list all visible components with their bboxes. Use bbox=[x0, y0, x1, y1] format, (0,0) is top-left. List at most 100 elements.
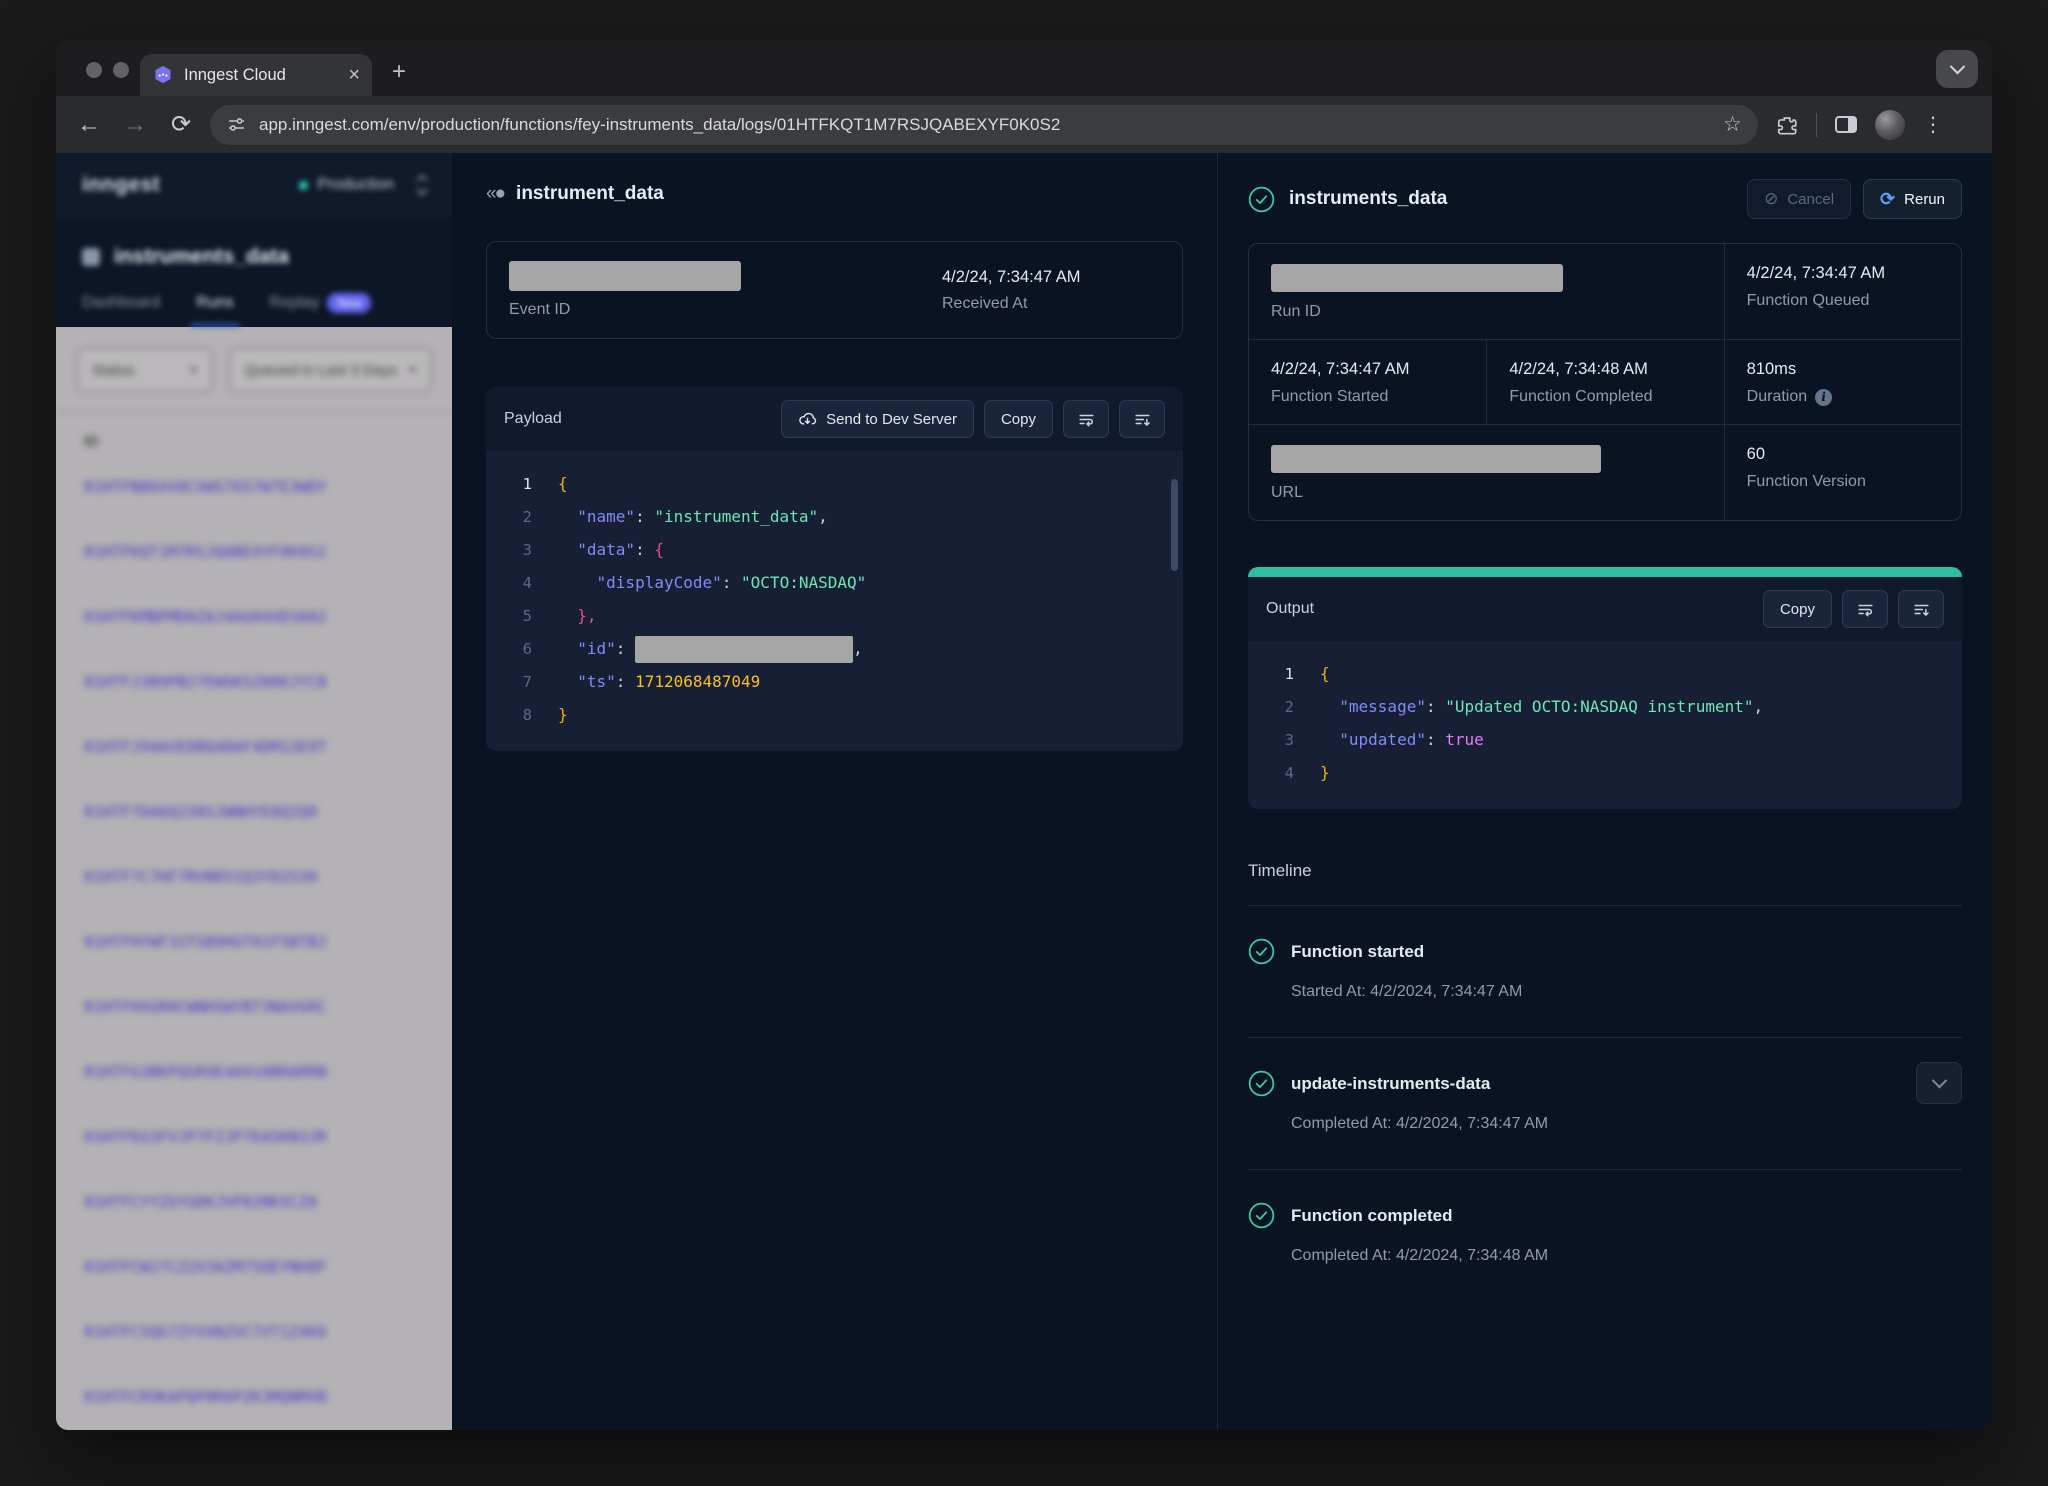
payload-code[interactable]: 1{2 "name": "instrument_data",3 "data": … bbox=[486, 451, 1183, 751]
wrap-text-icon bbox=[1077, 410, 1096, 429]
function-tab[interactable]: Runs bbox=[196, 293, 233, 327]
close-window-button[interactable] bbox=[86, 62, 102, 78]
event-header: «● instrument_data bbox=[486, 183, 1183, 205]
code-line: 7 "ts": 1712068487049 bbox=[486, 665, 1183, 698]
forward-button[interactable]: → bbox=[112, 111, 158, 139]
profile-avatar[interactable] bbox=[1875, 110, 1905, 140]
date-filter-dropdown[interactable]: Queued in Last 3 Days ▾ bbox=[229, 347, 432, 393]
event-id-card: Event ID 4/2/24, 7:34:47 AM Received At bbox=[486, 241, 1183, 339]
new-tab-button[interactable]: + bbox=[392, 60, 406, 84]
copy-output-button[interactable]: Copy bbox=[1763, 590, 1832, 628]
minimize-window-button[interactable] bbox=[113, 62, 129, 78]
chevron-down-icon bbox=[1931, 1072, 1947, 1088]
side-panel-icon[interactable] bbox=[1835, 116, 1857, 133]
timeline-item-title: Function completed bbox=[1291, 1206, 1453, 1226]
function-version-value: 60 bbox=[1747, 445, 1939, 464]
scrollbar-thumb[interactable] bbox=[1171, 479, 1178, 571]
toolbar-divider bbox=[1816, 113, 1817, 137]
function-completed-field: 4/2/24, 7:34:48 AM Function Completed bbox=[1486, 339, 1723, 424]
run-details-card: Run ID 4/2/24, 7:34:47 AM Function Queue… bbox=[1248, 243, 1962, 521]
environment-selector[interactable]: Production bbox=[299, 176, 427, 194]
wrap-text-button[interactable] bbox=[1063, 400, 1109, 438]
function-queued-field: 4/2/24, 7:34:47 AM Function Queued bbox=[1724, 244, 1961, 339]
timeline-item-title: update-instruments-data bbox=[1291, 1074, 1490, 1094]
rerun-icon: ⟳ bbox=[1880, 189, 1895, 210]
runs-list-section: Status ▾ Queued in Last 3 Days ▾ ID bbox=[56, 327, 452, 1430]
timeline-title: Timeline bbox=[1248, 861, 1962, 881]
payload-title: Payload bbox=[504, 410, 562, 428]
function-tab[interactable]: Replay New bbox=[270, 293, 372, 327]
status-filter-dropdown[interactable]: Status ▾ bbox=[76, 347, 213, 393]
function-tab[interactable]: Dashboard bbox=[82, 293, 160, 327]
back-button[interactable]: ← bbox=[66, 111, 112, 139]
address-bar[interactable]: app.inngest.com/env/production/functions… bbox=[210, 105, 1758, 145]
send-to-dev-server-button[interactable]: Send to Dev Server bbox=[781, 400, 974, 438]
chevron-down-icon bbox=[1949, 58, 1965, 74]
run-header: instruments_data ⊘ Cancel ⟳ Rerun bbox=[1248, 179, 1962, 219]
cancel-icon: ⊘ bbox=[1764, 189, 1778, 209]
browser-tab[interactable]: Inngest Cloud × bbox=[140, 54, 372, 96]
run-id-link[interactable]: 01HTFCW27CZ2X3AZM75QEYNH8F bbox=[56, 1234, 452, 1299]
run-id-link[interactable]: 01HTFG3BKPQSR9E4A910BRARRN bbox=[56, 1039, 452, 1104]
close-tab-icon[interactable]: × bbox=[348, 65, 360, 85]
received-at-field: 4/2/24, 7:34:47 AM Received At bbox=[942, 268, 1160, 313]
reload-button[interactable]: ⟳ bbox=[158, 110, 204, 139]
rerun-button[interactable]: ⟳ Rerun bbox=[1863, 179, 1962, 219]
url-field: URL bbox=[1249, 424, 1724, 520]
timeline-item: Function started Started At: 4/2/2024, 7… bbox=[1248, 906, 1962, 1038]
cancel-button[interactable]: ⊘ Cancel bbox=[1747, 179, 1851, 219]
run-title: instruments_data bbox=[1289, 188, 1447, 210]
run-id-link[interactable]: 01HTFHYWF32TSB9HGT01F5BTBJ bbox=[56, 909, 452, 974]
run-id-link[interactable]: 01HTF7DA6Q238SJWNHYE8Q2Q0 bbox=[56, 779, 452, 844]
id-column-header: ID bbox=[84, 433, 452, 450]
output-code[interactable]: 1{2 "message": "Updated OCTO:NASDAQ inst… bbox=[1248, 641, 1962, 809]
code-line: 4} bbox=[1248, 756, 1962, 789]
wrap-text-icon bbox=[1856, 600, 1875, 619]
run-id-link[interactable]: 01HTFHXGR0CWNHSWYBT3NAVGRC bbox=[56, 974, 452, 1039]
run-id-link[interactable]: 01HTFJ94AVE0BQ48AF4DM13E9T bbox=[56, 714, 452, 779]
inngest-logo[interactable]: inngest bbox=[82, 173, 160, 197]
function-tabs: Dashboard Runs Replay New bbox=[56, 269, 452, 327]
browser-menu-icon[interactable]: ⋮ bbox=[1923, 112, 1943, 137]
run-id-link[interactable]: 01HTFKQT1M7RSJQABEXYF0K0S2 bbox=[56, 519, 452, 584]
run-id-link[interactable]: 01HTFEG3FVJP7FZJP7EA5KN3JR bbox=[56, 1104, 452, 1169]
run-panel: instruments_data ⊘ Cancel ⟳ Rerun bbox=[1218, 153, 1992, 1430]
timeline-item-timestamp: Completed At: 4/2/2024, 7:34:47 AM bbox=[1291, 1115, 1962, 1133]
redacted-inline-value bbox=[635, 636, 853, 663]
run-id-field: Run ID bbox=[1249, 244, 1724, 339]
copy-payload-button[interactable]: Copy bbox=[984, 400, 1053, 438]
code-line: 3 "data": { bbox=[486, 533, 1183, 566]
run-id-link[interactable]: 01HTF7C7HF7RVN051Q3YD2S30 bbox=[56, 844, 452, 909]
site-settings-icon[interactable] bbox=[226, 114, 247, 135]
run-id-link[interactable]: 01HTFCR9KAPQP0R6PZK3MQNMXB bbox=[56, 1364, 452, 1429]
run-id-link[interactable]: 01HTFCYYZGYGDKJVP82NKXCZ0 bbox=[56, 1169, 452, 1234]
function-version-field: 60 Function Version bbox=[1724, 424, 1961, 520]
run-id-link[interactable]: 01HTFC5QG7ZYVXNZVC7VT1Z4K6 bbox=[56, 1299, 452, 1364]
env-status-dot-icon bbox=[299, 181, 308, 190]
run-id-link[interactable]: 01HTFN86XV8CXWS7657W7E3WDY bbox=[56, 454, 452, 519]
payload-header: Payload Send to Dev Server Copy bbox=[486, 387, 1183, 451]
function-header: instruments_data bbox=[56, 217, 452, 269]
scroll-to-bottom-button[interactable] bbox=[1119, 400, 1165, 438]
timeline-item: Function completed Completed At: 4/2/202… bbox=[1248, 1170, 1962, 1301]
code-line: 8} bbox=[486, 698, 1183, 731]
app-content: inngest Production instruments_data Dash… bbox=[56, 153, 1992, 1430]
run-id-link[interactable]: 01HTFKMBPMD0ZAJ4AG04XD3A02 bbox=[56, 584, 452, 649]
bookmark-star-icon[interactable]: ☆ bbox=[1723, 112, 1742, 137]
desktop: Inngest Cloud × + ← → ⟳ app.inngest.com/… bbox=[0, 0, 2048, 1486]
sidebar: inngest Production instruments_data Dash… bbox=[56, 153, 452, 1430]
wrap-text-button[interactable] bbox=[1842, 590, 1888, 628]
caret-down-icon: ▾ bbox=[190, 362, 197, 378]
expand-step-button[interactable] bbox=[1916, 1062, 1962, 1104]
run-id-link[interactable]: 01HTFJ3B9PB27EWGK5Z086JYC8 bbox=[56, 649, 452, 714]
url-text[interactable]: app.inngest.com/env/production/functions… bbox=[259, 115, 1711, 135]
timeline-item-title: Function started bbox=[1291, 942, 1424, 962]
check-circle-icon bbox=[1248, 1070, 1275, 1097]
tab-search-button[interactable] bbox=[1936, 50, 1978, 88]
url-label: URL bbox=[1271, 484, 1702, 502]
scroll-to-bottom-button[interactable] bbox=[1898, 590, 1944, 628]
extensions-icon[interactable] bbox=[1776, 114, 1798, 136]
info-icon[interactable]: i bbox=[1815, 389, 1832, 406]
code-line: 3 "updated": true bbox=[1248, 723, 1962, 756]
timeline-section: Timeline Function started bbox=[1248, 861, 1962, 1301]
